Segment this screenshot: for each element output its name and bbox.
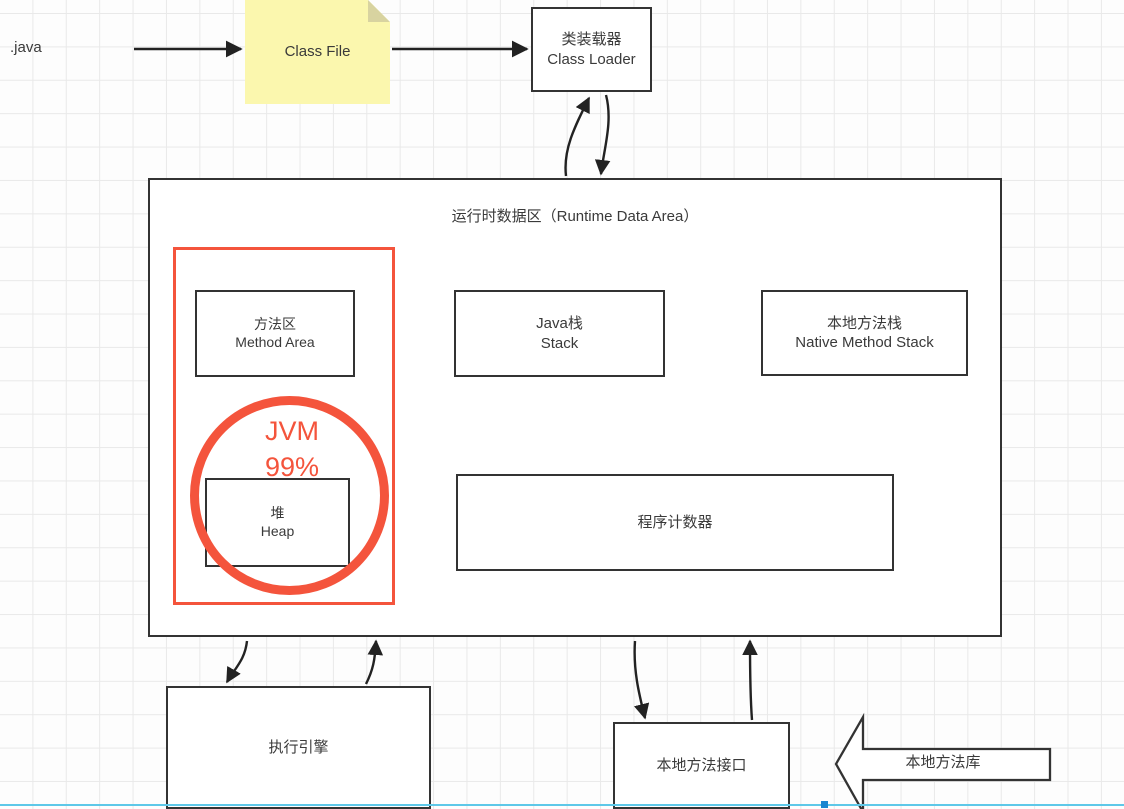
method-area-label-cn: 方法区 (254, 315, 296, 332)
arrow-runtimearea-to-classloader (564, 96, 591, 177)
native-method-stack-label-en: Native Method Stack (795, 334, 934, 351)
page-fold-corner-icon (368, 0, 390, 22)
arrow-runtimearea-to-execengine (225, 640, 249, 684)
java-stack-label-en: Stack (540, 334, 579, 352)
java-stack-label-cn: Java栈 (536, 315, 583, 333)
native-method-stack-label-cn: 本地方法栈 (826, 314, 902, 332)
native-method-stack-node: 本地方法栈 Native Method Stack (761, 290, 968, 376)
arrow-nativeiface-to-runtimearea (742, 639, 758, 721)
java-stack-node: Java栈 Stack (454, 290, 665, 377)
execution-engine-node: 执行引擎 (166, 686, 431, 809)
program-counter-label-cn: 程序计数器 (637, 513, 713, 531)
java-source-label: .java (10, 34, 100, 62)
class-file-node: Class File (245, 0, 390, 104)
execution-engine-label-cn: 执行引擎 (268, 738, 329, 756)
runtime-data-area-title: 运行时数据区（Runtime Data Area） (451, 208, 699, 225)
native-method-library-label-cn: 本地方法库 (905, 753, 981, 771)
class-loader-label-cn: 类装载器 (561, 31, 622, 49)
java-source-text: .java (10, 39, 42, 57)
jvm-circle-annotation (190, 396, 389, 595)
method-area-node: 方法区 Method Area (195, 290, 355, 377)
class-loader-label-en: Class Loader (547, 50, 636, 68)
native-method-library-node: 本地方法库 (834, 716, 1052, 809)
class-file-label: Class File (284, 43, 351, 61)
horizontal-guide-line[interactable] (0, 804, 1124, 806)
arrow-classloader-to-runtimearea (594, 94, 611, 176)
class-loader-node: 类装载器 Class Loader (531, 7, 652, 92)
native-method-interface-node: 本地方法接口 (613, 722, 790, 809)
arrow-runtimearea-to-nativeiface (633, 640, 650, 720)
method-area-label-en: Method Area (235, 333, 315, 350)
arrow-execengine-to-runtimearea (364, 639, 384, 685)
guide-line-handle[interactable] (821, 801, 828, 808)
diagram-canvas: .java Class File 类装载器 Class Loader 运行时数据… (0, 0, 1124, 809)
native-method-interface-label-cn: 本地方法接口 (656, 756, 747, 774)
program-counter-node: 程序计数器 (456, 474, 894, 571)
